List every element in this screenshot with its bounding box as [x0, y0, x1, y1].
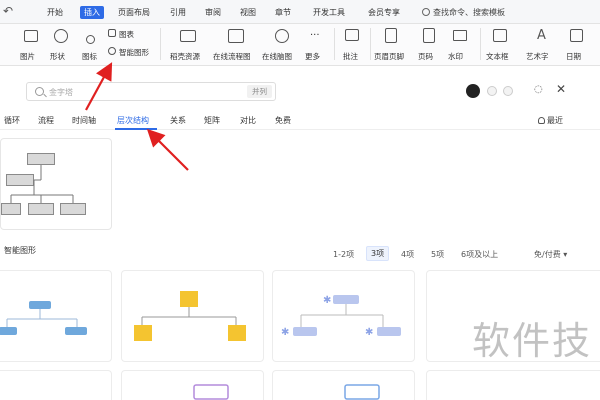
- annotation-arrows: [85, 62, 189, 171]
- wps-window: ↶ 开始 插入 页面布局 引用 审阅 视图 章节 开发工具 会员专享 查找命令、…: [0, 0, 600, 400]
- annotation-arrow-smartart: [85, 62, 113, 111]
- annotation-arrow-hierarchy: [146, 128, 189, 171]
